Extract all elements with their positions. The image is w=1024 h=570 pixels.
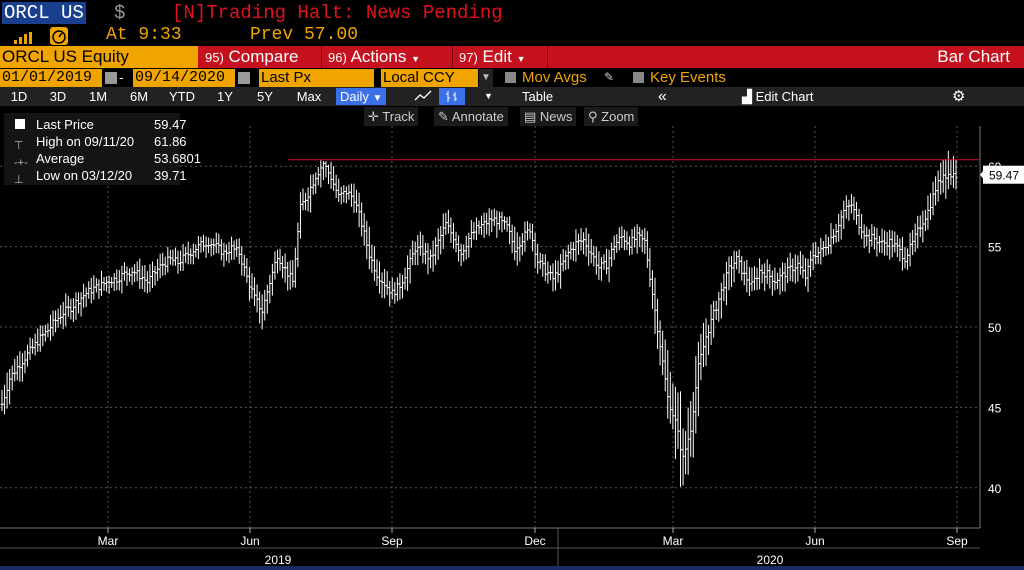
last-price-pointer: [980, 169, 984, 180]
legend-value: 59.47: [154, 117, 187, 132]
legend-last-price: Last Price 59.47: [4, 117, 187, 133]
y-tick-label: 55: [988, 241, 1002, 255]
legend-value: 39.71: [154, 168, 187, 183]
legend-label: Low on 03/12/20: [36, 168, 133, 183]
legend-label: Last Price: [36, 117, 94, 132]
last-price-label: 59.47: [989, 169, 1019, 183]
y-tick-label: 50: [988, 321, 1002, 335]
legend-label: Average: [36, 151, 85, 166]
legend-low: ⊥ Low on 03/12/20 39.71: [4, 168, 187, 186]
legend-value: 61.86: [154, 134, 187, 149]
last-price-swatch: [15, 119, 25, 129]
legend-high: ⊤ High on 09/11/20 61.86: [4, 134, 187, 152]
x-tick-label: Mar: [663, 534, 684, 548]
y-tick-label: 45: [988, 401, 1002, 415]
legend-average: -+- Average 53.6801: [4, 151, 201, 169]
x-tick-label: Sep: [946, 534, 968, 548]
y-tick-label: 40: [988, 482, 1002, 496]
bottom-strip: [0, 566, 1024, 570]
chart-legend: Last Price 59.47 ⊤ High on 09/11/20 61.8…: [4, 113, 201, 186]
x-tick-label: Sep: [381, 534, 403, 548]
x-tick-label: Jun: [240, 534, 259, 548]
x-tick-label: Jun: [805, 534, 824, 548]
low-marker-icon: ⊥: [14, 174, 24, 186]
legend-label: High on 09/11/20: [36, 134, 135, 149]
bar-chart[interactable]: 4045505560MarJunSepDecMarJunSep201920205…: [0, 0, 1024, 570]
year-label: 2020: [757, 553, 784, 567]
legend-value: 53.6801: [154, 151, 201, 166]
x-tick-label: Mar: [98, 534, 119, 548]
year-label: 2019: [265, 553, 292, 567]
x-tick-label: Dec: [524, 534, 545, 548]
